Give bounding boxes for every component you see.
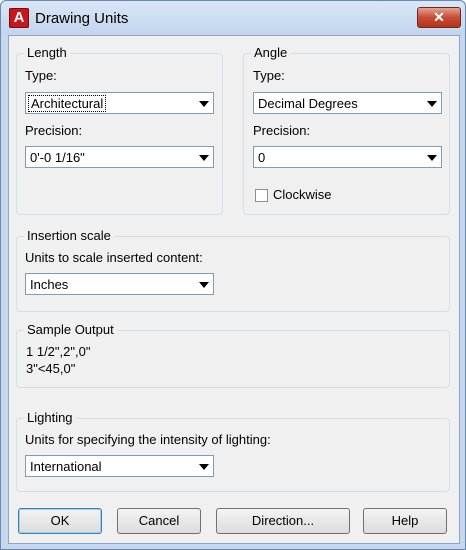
- angle-precision-label: Precision:: [253, 123, 311, 138]
- chevron-down-icon: [199, 282, 209, 288]
- lighting-legend: Lighting: [24, 410, 76, 425]
- length-precision-dropdown[interactable]: 0'-0 1/16": [25, 146, 214, 168]
- sample-output-line-1: 1 1/2",2",0": [26, 344, 91, 359]
- close-icon: ✕: [433, 9, 445, 25]
- insertion-units-dropdown[interactable]: Inches: [25, 273, 214, 295]
- dialog-title: Drawing Units: [35, 10, 129, 27]
- sample-output-line-2: 3"<45,0": [26, 361, 76, 376]
- length-type-label: Type:: [25, 68, 57, 83]
- length-group: Length Type: Architectural Precision: 0'…: [16, 45, 223, 215]
- length-type-dropdown[interactable]: Architectural: [25, 92, 214, 114]
- insertion-scale-group: Insertion scale Units to scale inserted …: [16, 228, 450, 312]
- angle-group: Angle Type: Decimal Degrees Precision: 0…: [243, 45, 450, 215]
- insertion-scale-legend: Insertion scale: [24, 228, 114, 243]
- length-type-value: Architectural: [27, 95, 107, 112]
- lighting-group: Lighting Units for specifying the intens…: [16, 410, 450, 492]
- chevron-down-icon: [199, 101, 209, 107]
- sample-output-group: Sample Output: [16, 322, 450, 388]
- title-bar[interactable]: A Drawing Units ✕: [1, 1, 465, 35]
- angle-type-value: Decimal Degrees: [258, 96, 358, 111]
- angle-precision-value: 0: [258, 150, 266, 165]
- length-legend: Length: [24, 45, 70, 60]
- angle-precision-dropdown[interactable]: 0: [253, 146, 442, 168]
- clockwise-label[interactable]: Clockwise: [273, 187, 332, 202]
- lighting-units-dropdown[interactable]: International: [25, 455, 214, 477]
- angle-type-label: Type:: [253, 68, 285, 83]
- drawing-units-dialog: A Drawing Units ✕ Length Type: Architect…: [0, 0, 466, 550]
- chevron-down-icon: [427, 101, 437, 107]
- chevron-down-icon: [199, 464, 209, 470]
- lighting-units-value: International: [30, 459, 102, 474]
- lighting-units-label: Units for specifying the intensity of li…: [25, 432, 271, 447]
- clockwise-checkbox[interactable]: [255, 189, 268, 202]
- length-precision-label: Precision:: [25, 123, 83, 138]
- angle-type-dropdown[interactable]: Decimal Degrees: [253, 92, 442, 114]
- insertion-units-value: Inches: [30, 277, 69, 292]
- angle-legend: Angle: [251, 45, 291, 60]
- chevron-down-icon: [427, 155, 437, 161]
- insertion-units-label: Units to scale inserted content:: [25, 250, 203, 265]
- chevron-down-icon: [199, 155, 209, 161]
- length-precision-value: 0'-0 1/16": [30, 150, 85, 165]
- dialog-body: Length Type: Architectural Precision: 0'…: [8, 35, 460, 544]
- sample-output-legend: Sample Output: [24, 322, 117, 337]
- ok-button[interactable]: OK: [18, 508, 102, 534]
- help-button[interactable]: Help: [363, 508, 447, 534]
- autocad-app-icon: A: [9, 8, 29, 28]
- cancel-button[interactable]: Cancel: [117, 508, 201, 534]
- close-button[interactable]: ✕: [417, 7, 461, 28]
- direction-button[interactable]: Direction...: [216, 508, 350, 534]
